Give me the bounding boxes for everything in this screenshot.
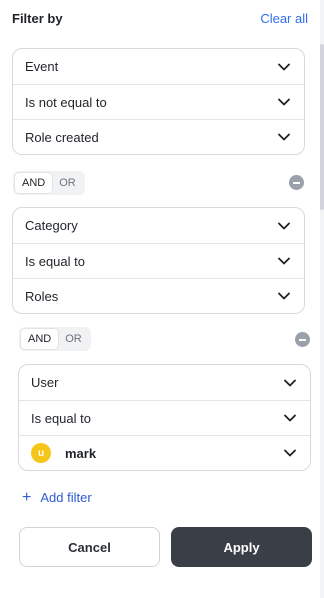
value-dropdown[interactable]: Role created (13, 119, 304, 154)
user-value-dropdown[interactable]: u mark (19, 435, 310, 470)
dropdown-value: Category (25, 218, 78, 233)
chevron-down-icon (278, 222, 290, 230)
or-option[interactable]: OR (58, 329, 89, 349)
or-option[interactable]: OR (52, 173, 83, 193)
chevron-down-icon (278, 133, 290, 141)
remove-group-icon[interactable] (295, 332, 310, 347)
category-dropdown[interactable]: Category (13, 208, 304, 243)
logic-toggle-1: AND OR (13, 171, 85, 195)
add-filter-button[interactable]: + Add filter (22, 488, 92, 506)
dropdown-value: Is not equal to (25, 94, 107, 110)
filter-group-3: User Is equal to u mark (18, 364, 311, 471)
cancel-button[interactable]: Cancel (19, 527, 160, 567)
chevron-down-icon (278, 98, 290, 106)
operator-dropdown[interactable]: Is not equal to (13, 84, 304, 119)
event-dropdown[interactable]: Event (13, 49, 304, 84)
and-option[interactable]: AND (21, 329, 59, 349)
chevron-down-icon (278, 257, 290, 265)
and-option[interactable]: AND (15, 173, 53, 193)
avatar: u (31, 443, 51, 463)
filter-group-1: Event Is not equal to Role created (12, 48, 305, 155)
value-dropdown[interactable]: Roles (13, 278, 304, 313)
scrollbar-thumb[interactable] (320, 44, 324, 210)
chevron-down-icon (278, 63, 290, 71)
chevron-down-icon (278, 292, 290, 300)
dropdown-value: Roles (25, 288, 59, 304)
filter-group-2: Category Is equal to Roles (12, 207, 305, 314)
user-name: mark (65, 445, 97, 461)
remove-group-icon[interactable] (289, 175, 304, 190)
dropdown-value: User (31, 375, 59, 390)
chevron-down-icon (284, 414, 296, 422)
dropdown-value: Is equal to (31, 410, 91, 426)
chevron-down-icon (284, 379, 296, 387)
chevron-down-icon (284, 449, 296, 457)
plus-icon: + (22, 488, 32, 506)
scrollbar-track[interactable] (320, 0, 324, 598)
dropdown-value: Is equal to (25, 253, 85, 269)
panel-title: Filter by (12, 11, 63, 26)
logic-toggle-2: AND OR (19, 327, 91, 351)
add-filter-label: Add filter (40, 490, 92, 505)
operator-dropdown[interactable]: Is equal to (19, 400, 310, 435)
apply-button[interactable]: Apply (171, 527, 312, 567)
user-dropdown[interactable]: User (19, 365, 310, 400)
operator-dropdown[interactable]: Is equal to (13, 243, 304, 278)
clear-all-link[interactable]: Clear all (260, 11, 308, 26)
dropdown-value: Role created (25, 129, 99, 145)
user-value: u mark (31, 443, 96, 463)
dropdown-value: Event (25, 59, 59, 74)
